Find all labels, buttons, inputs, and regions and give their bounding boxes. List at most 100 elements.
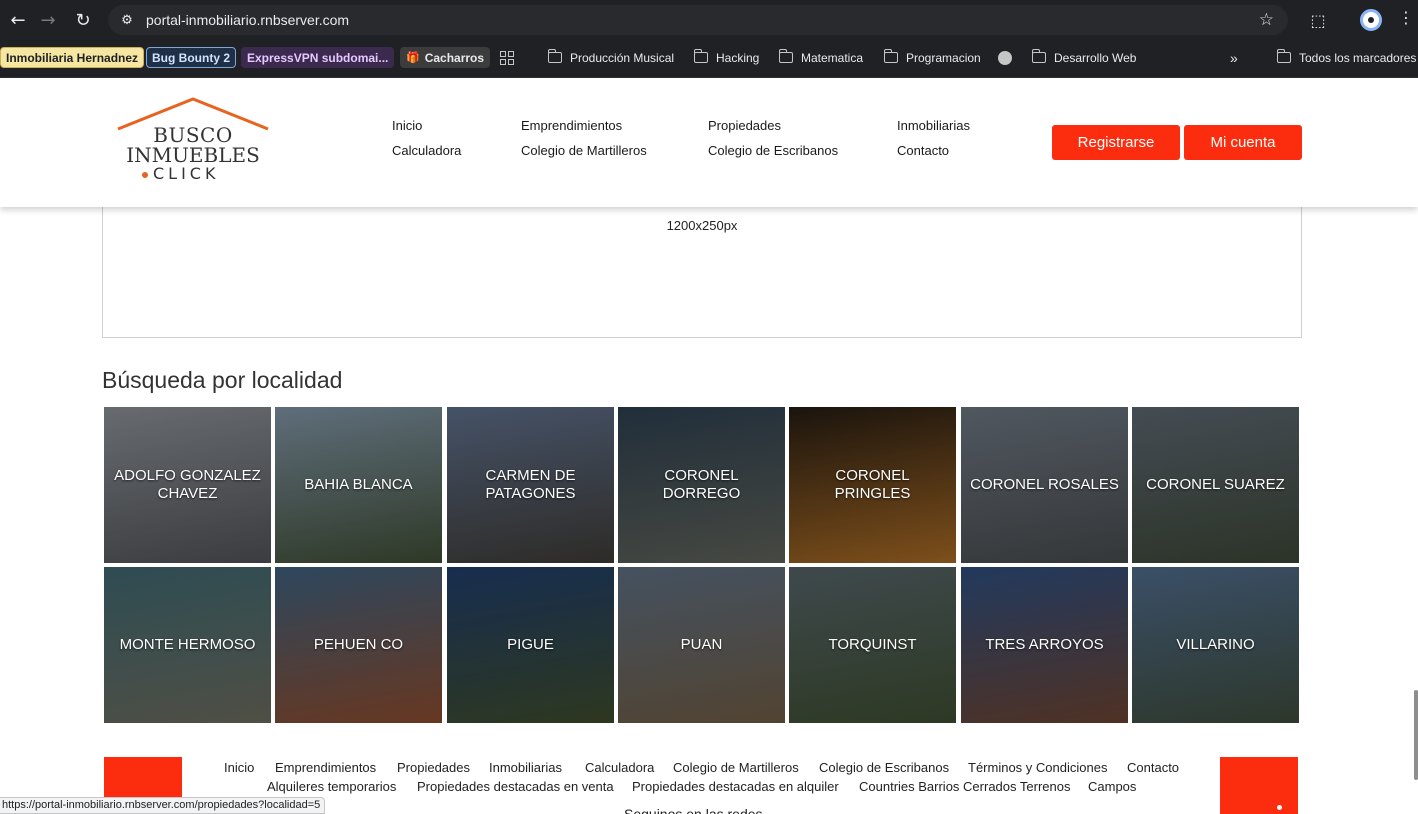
bookmark-label: Matematica bbox=[801, 50, 864, 65]
locality-tile[interactable]: ADOLFO GONZALEZ CHAVEZ bbox=[104, 407, 271, 563]
bookmark-label: Desarrollo Web bbox=[1054, 50, 1137, 65]
locality-name: TRES ARROYOS bbox=[985, 636, 1104, 653]
locality-tile[interactable]: TRES ARROYOS bbox=[961, 567, 1128, 723]
bookmark-expressvpn[interactable]: ExpressVPN subdomai... bbox=[241, 47, 395, 68]
bookmark-label: Cacharros bbox=[424, 50, 485, 65]
locality-name: VILLARINO bbox=[1176, 636, 1255, 653]
locality-tile[interactable]: CORONEL DORREGO bbox=[618, 407, 785, 563]
locality-tile[interactable]: CORONEL PRINGLES bbox=[789, 407, 956, 563]
locality-name: PUAN bbox=[680, 636, 723, 653]
locality-name: CARMEN DE PATAGONES bbox=[485, 467, 576, 502]
bookmark-folder-matematica[interactable]: Matematica bbox=[778, 47, 864, 68]
bookmark-folder-produccion-musical[interactable]: Producción Musical bbox=[547, 47, 675, 68]
footer-link-calculadora[interactable]: Calculadora bbox=[585, 760, 654, 775]
account-button[interactable]: Mi cuenta bbox=[1184, 125, 1302, 160]
locality-tile[interactable]: PEHUEN CO bbox=[275, 567, 442, 723]
locality-name: CORONEL DORREGO bbox=[662, 467, 741, 502]
bookmark-folder-desarrollo-web[interactable]: Desarrollo Web bbox=[1031, 47, 1137, 68]
banner-size: 1200x250px bbox=[666, 218, 738, 233]
gift-icon: 🎁 bbox=[406, 52, 420, 64]
footer-link-inicio[interactable]: Inicio bbox=[224, 760, 254, 775]
folder-icon bbox=[1031, 49, 1046, 63]
bookmark-cacharros[interactable]: 🎁 Cacharros bbox=[400, 47, 491, 68]
localities-title: Búsqueda por localidad bbox=[102, 367, 343, 393]
nav-inicio[interactable]: Inicio bbox=[392, 118, 422, 133]
address-bar[interactable]: ⚙ portal-inmobiliario.rnbserver.com ☆ bbox=[108, 5, 1288, 35]
locality-name: ADOLFO GONZALEZ CHAVEZ bbox=[114, 467, 261, 502]
scrollbar-thumb[interactable] bbox=[1414, 690, 1418, 780]
locality-tile[interactable]: CARMEN DE PATAGONES bbox=[447, 407, 614, 563]
bookmark-label: Inmobiliaria Hernadnez bbox=[6, 50, 139, 65]
folder-icon bbox=[547, 49, 562, 63]
url-text[interactable]: portal-inmobiliario.rnbserver.com bbox=[146, 12, 349, 28]
footer-link-terminos[interactable]: Términos y Condiciones bbox=[968, 760, 1107, 775]
folder-icon bbox=[883, 49, 898, 63]
footer-link-destacadas-venta[interactable]: Propiedades destacadas en venta bbox=[417, 779, 614, 794]
footer-link-countries[interactable]: Countries Barrios Cerrados Terrenos bbox=[859, 779, 1070, 794]
bookmark-label: Producción Musical bbox=[570, 50, 675, 65]
site-header: BUSCO INMUEBLES CLICK Inicio Calculadora… bbox=[0, 78, 1418, 207]
footer-link-colegio-escribanos[interactable]: Colegio de Escribanos bbox=[819, 760, 949, 775]
bookmark-label: Programacion bbox=[906, 50, 981, 65]
extensions-icon[interactable]: ⬚ bbox=[1305, 7, 1331, 33]
locality-tile[interactable]: VILLARINO bbox=[1132, 567, 1299, 723]
footer-logo-right[interactable] bbox=[1220, 757, 1298, 814]
nav-inmobiliarias[interactable]: Inmobiliarias bbox=[897, 118, 970, 133]
footer-link-colegio-martilleros[interactable]: Colegio de Martilleros bbox=[673, 760, 799, 775]
bookmark-label: ExpressVPN subdomai... bbox=[247, 50, 389, 65]
footer-link-inmobiliarias[interactable]: Inmobiliarias bbox=[489, 760, 562, 775]
logo-dot bbox=[142, 172, 148, 178]
bookmark-star-icon[interactable]: ☆ bbox=[1259, 10, 1274, 30]
footer-link-alquileres-temporarios[interactable]: Alquileres temporarios bbox=[267, 779, 396, 794]
bookmark-folder-programacion[interactable]: Programacion bbox=[883, 47, 981, 68]
locality-name: PIGUE bbox=[507, 636, 554, 653]
footer-link-propiedades[interactable]: Propiedades bbox=[397, 760, 470, 775]
bookmark-inmobiliaria-hernadnez[interactable]: Inmobiliaria Hernadnez bbox=[0, 47, 145, 68]
nav-colegio-escribanos[interactable]: Colegio de Escribanos bbox=[708, 143, 838, 158]
locality-tile[interactable]: MONTE HERMOSO bbox=[104, 567, 271, 723]
nav-contacto[interactable]: Contacto bbox=[897, 143, 949, 158]
browser-toolbar: ← → ↻ ⚙ portal-inmobiliario.rnbserver.co… bbox=[0, 0, 1418, 40]
bookmark-folder-hacking[interactable]: Hacking bbox=[693, 47, 759, 68]
footer-link-destacadas-alquiler[interactable]: Propiedades destacadas en alquiler bbox=[632, 779, 839, 794]
forward-icon[interactable]: → bbox=[30, 0, 66, 40]
footer-link-contacto[interactable]: Contacto bbox=[1127, 760, 1179, 775]
locality-tile[interactable]: BAHIA BLANCA bbox=[275, 407, 442, 563]
bookmark-label: Bug Bounty 2 bbox=[152, 50, 230, 65]
bookmarks-bar: Inmobiliaria Hernadnez Bug Bounty 2 Expr… bbox=[0, 40, 1418, 78]
nav-propiedades[interactable]: Propiedades bbox=[708, 118, 781, 133]
nav-colegio-martilleros[interactable]: Colegio de Martilleros bbox=[521, 143, 647, 158]
register-button[interactable]: Registrarse bbox=[1052, 125, 1180, 160]
folder-icon bbox=[1276, 49, 1291, 63]
profile-avatar-icon[interactable] bbox=[1360, 9, 1382, 31]
locality-tile[interactable]: PUAN bbox=[618, 567, 785, 723]
site-logo[interactable]: BUSCO INMUEBLES CLICK bbox=[115, 96, 271, 186]
locality-tile[interactable]: TORQUINST bbox=[789, 567, 956, 723]
locality-name: PEHUEN CO bbox=[313, 636, 404, 653]
globe-icon[interactable] bbox=[998, 47, 1020, 68]
locality-name: TORQUINST bbox=[828, 636, 917, 653]
bookmark-folder-todos[interactable]: Todos los marcadores bbox=[1276, 47, 1417, 68]
locality-tile[interactable]: PIGUE bbox=[447, 567, 614, 723]
nav-calculadora[interactable]: Calculadora bbox=[392, 143, 461, 158]
locality-name: BAHIA BLANCA bbox=[304, 476, 413, 493]
footer-link-emprendimientos[interactable]: Emprendimientos bbox=[275, 760, 376, 775]
site-info-icon[interactable]: ⚙ bbox=[112, 5, 142, 35]
reload-icon[interactable]: ↻ bbox=[65, 0, 101, 40]
apps-grid-icon[interactable] bbox=[500, 47, 514, 68]
bookmarks-overflow-button[interactable]: » bbox=[1230, 47, 1238, 68]
footer-link-campos[interactable]: Campos bbox=[1088, 779, 1136, 794]
locality-tile[interactable]: CORONEL SUAREZ bbox=[1132, 407, 1299, 563]
logo-text-click: CLICK bbox=[153, 164, 220, 183]
folder-icon bbox=[693, 49, 708, 63]
locality-name: CORONEL ROSALES bbox=[970, 476, 1119, 493]
bookmark-bug-bounty[interactable]: Bug Bounty 2 bbox=[146, 47, 236, 68]
folder-icon bbox=[778, 49, 793, 63]
nav-emprendimientos[interactable]: Emprendimientos bbox=[521, 118, 622, 133]
status-bar-url: https://portal-inmobiliario.rnbserver.co… bbox=[0, 797, 326, 814]
follow-us-text: Seguinos en las redes bbox=[624, 806, 763, 814]
locality-name: CORONEL PRINGLES bbox=[834, 467, 911, 502]
locality-tile[interactable]: CORONEL ROSALES bbox=[961, 407, 1128, 563]
bookmark-label: Todos los marcadores bbox=[1299, 50, 1417, 65]
browser-menu-icon[interactable]: ⋮ bbox=[1398, 8, 1414, 32]
